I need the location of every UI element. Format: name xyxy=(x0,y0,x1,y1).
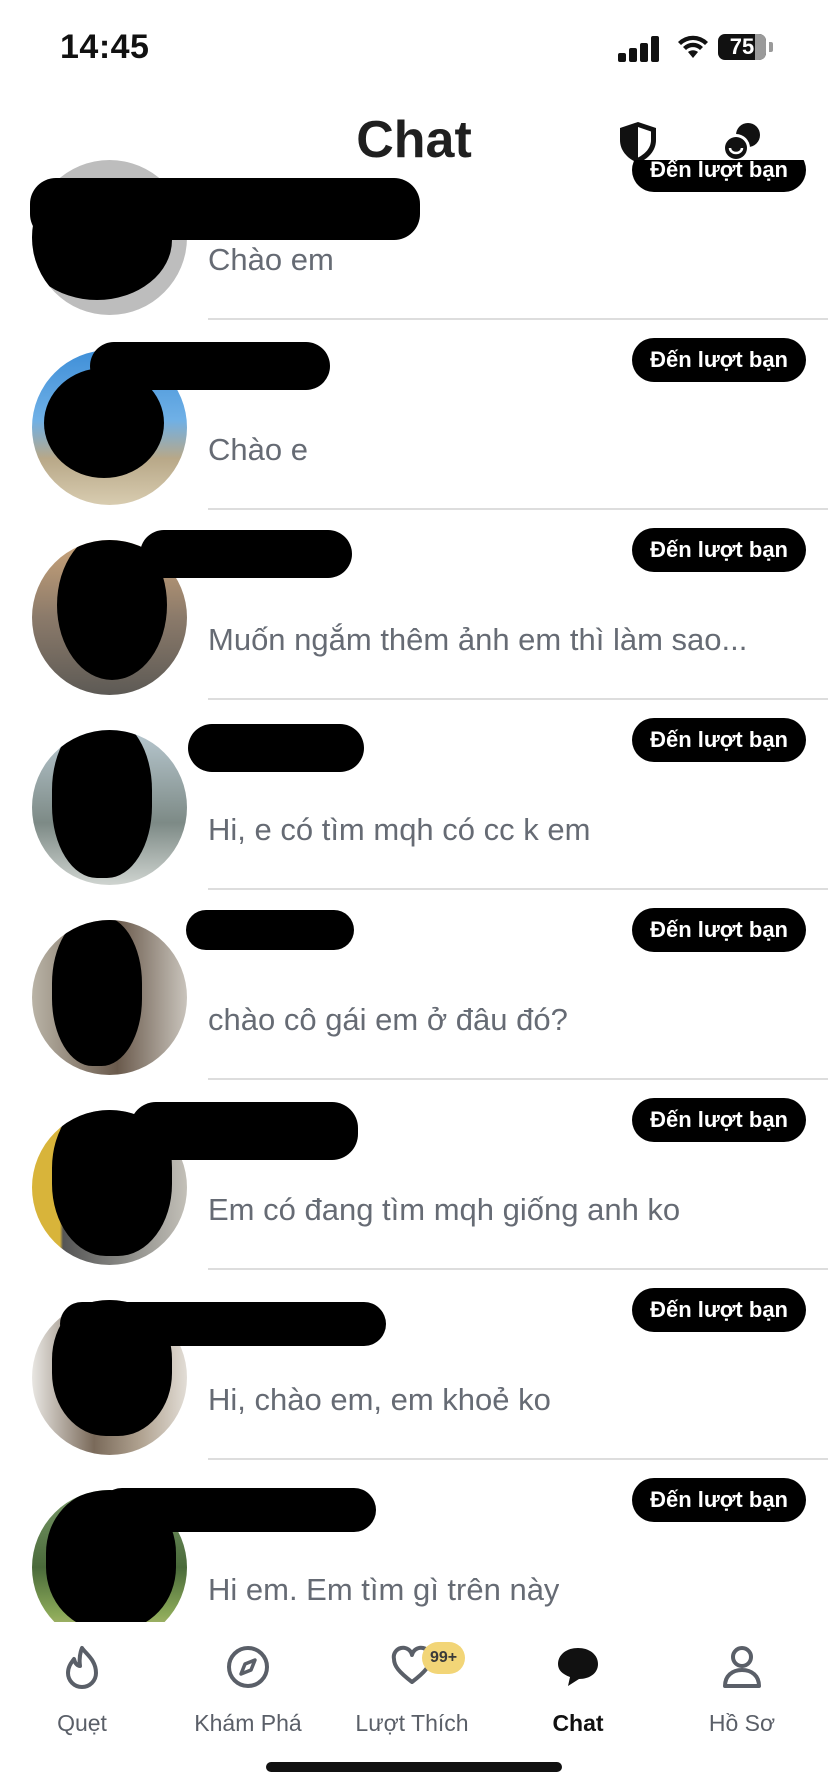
message-preview: Em có đang tìm mqh giống anh ko xyxy=(208,1192,681,1227)
chat-list: Đến lượt bạn Chào em Đến lượt bạn Chào e… xyxy=(0,160,828,1622)
shield-icon[interactable] xyxy=(614,118,662,166)
turn-badge: Đến lượt bạn xyxy=(632,1098,806,1142)
tab-swipe[interactable]: Quẹt xyxy=(2,1632,162,1742)
avatar xyxy=(32,730,187,885)
battery-icon: 75 xyxy=(718,34,766,60)
status-time: 14:45 xyxy=(60,28,150,66)
chat-bubble-icon xyxy=(558,1648,598,1686)
chat-row[interactable]: Đến lượt bạn Chào e xyxy=(0,320,828,510)
message-preview: Hi, chào em, em khoẻ ko xyxy=(208,1382,551,1417)
name-redacted xyxy=(130,1102,358,1160)
chat-row[interactable]: Đến lượt bạn Em có đang tìm mqh giống an… xyxy=(0,1080,828,1270)
chat-row[interactable]: Đến lượt bạn Muốn ngắm thêm ảnh em thì l… xyxy=(0,510,828,700)
tab-explore[interactable]: Khám Phá xyxy=(168,1632,328,1742)
tab-chat[interactable]: Chat xyxy=(498,1632,658,1742)
chat-row[interactable]: Đến lượt bạn Chào em xyxy=(0,160,828,320)
tab-likes[interactable]: 99+ Lượt Thích xyxy=(332,1632,492,1742)
name-redacted xyxy=(186,910,354,950)
tab-label: Quẹt xyxy=(57,1710,107,1736)
tab-label: Lượt Thích xyxy=(355,1710,469,1736)
tab-label: Khám Phá xyxy=(194,1710,302,1736)
compass-icon xyxy=(227,1646,269,1688)
avatar xyxy=(32,920,187,1075)
turn-badge: Đến lượt bạn xyxy=(632,908,806,952)
name-redacted xyxy=(90,342,330,390)
turn-badge: Đến lượt bạn xyxy=(632,1478,806,1522)
name-redacted xyxy=(60,1302,386,1346)
chat-row[interactable]: Đến lượt bạn Hi, chào em, em khoẻ ko xyxy=(0,1270,828,1460)
message-preview: Chào e xyxy=(208,432,308,467)
chat-row[interactable]: Đến lượt bạn Hi, e có tìm mqh có cc k em xyxy=(0,700,828,890)
wifi-icon xyxy=(678,35,708,58)
tab-label: Chat xyxy=(552,1710,604,1736)
message-preview: Muốn ngắm thêm ảnh em thì làm sao... xyxy=(208,622,748,657)
flame-icon xyxy=(66,1646,98,1689)
chat-row[interactable]: Đến lượt bạn chào cô gái em ở đâu đó? xyxy=(0,890,828,1080)
status-icons: 75 xyxy=(608,30,828,70)
likes-count-badge: 99+ xyxy=(422,1642,466,1674)
name-redacted xyxy=(30,178,420,240)
turn-badge: Đến lượt bạn xyxy=(632,160,806,192)
tab-label: Hồ Sơ xyxy=(708,1710,776,1736)
tab-profile[interactable]: Hồ Sơ xyxy=(662,1632,822,1742)
profile-icon xyxy=(723,1646,761,1688)
message-preview: Chào em xyxy=(208,242,334,277)
name-redacted xyxy=(100,1488,376,1532)
signal-icon xyxy=(618,36,662,62)
message-preview: Hi em. Em tìm gì trên này xyxy=(208,1572,560,1607)
name-redacted xyxy=(188,724,364,772)
people-icon[interactable] xyxy=(718,118,766,166)
turn-badge: Đến lượt bạn xyxy=(632,718,806,762)
message-preview: Hi, e có tìm mqh có cc k em xyxy=(208,812,591,847)
status-bar: 14:45 75 xyxy=(0,0,828,100)
chat-row[interactable]: Đến lượt bạn Hi em. Em tìm gì trên này xyxy=(0,1460,828,1622)
turn-badge: Đến lượt bạn xyxy=(632,528,806,572)
home-indicator xyxy=(266,1762,562,1772)
battery-level: 75 xyxy=(729,34,755,59)
message-preview: chào cô gái em ở đâu đó? xyxy=(208,1002,568,1037)
name-redacted xyxy=(140,530,352,578)
turn-badge: Đến lượt bạn xyxy=(632,338,806,382)
turn-badge: Đến lượt bạn xyxy=(632,1288,806,1332)
